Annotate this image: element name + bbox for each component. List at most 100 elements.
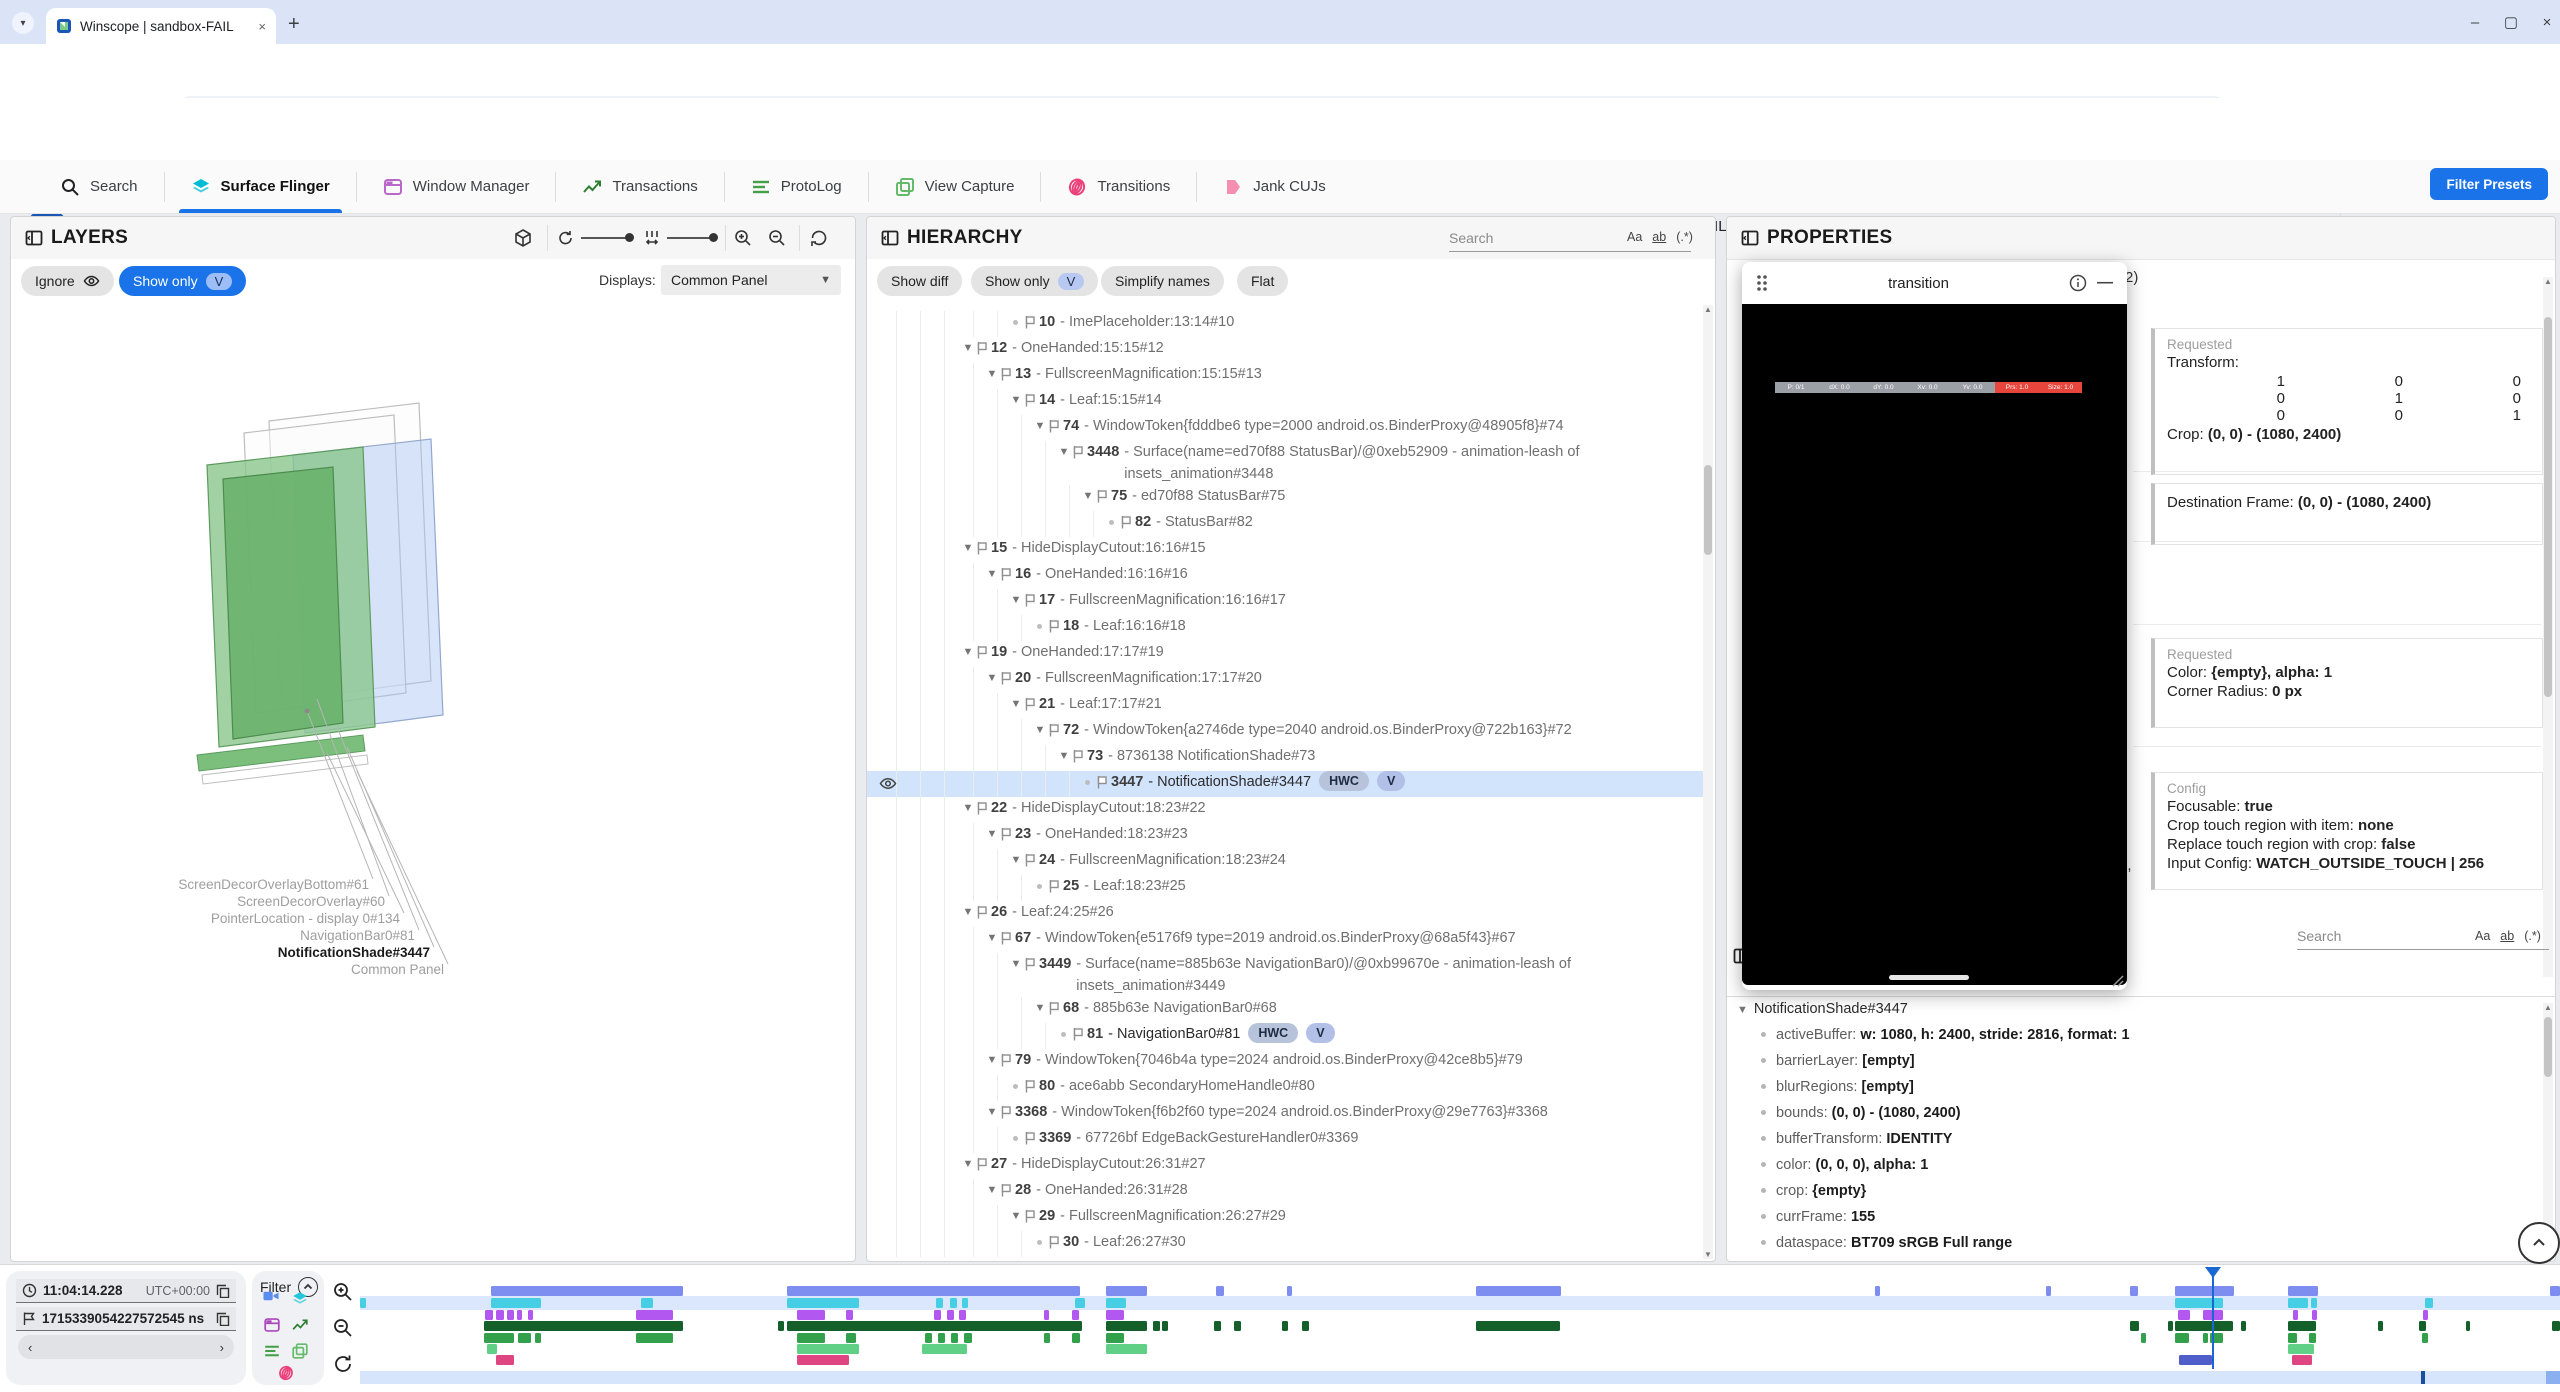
spacing-slider-thumb[interactable] — [709, 233, 718, 242]
expand-arrow-icon[interactable]: ▼ — [1032, 997, 1048, 1019]
expand-arrow-icon[interactable]: ▼ — [960, 537, 976, 559]
property-item-crop[interactable]: crop: {empty} — [1761, 1183, 1866, 1199]
trace-entry-screen-recording[interactable] — [1216, 1286, 1224, 1296]
timeline-tracks[interactable] — [360, 1265, 2560, 1392]
hierarchy-node-82[interactable]: 82- StatusBar#82 — [867, 511, 1703, 537]
hierarchy-node-10[interactable]: 10- ImePlaceholder:13:14#10 — [867, 311, 1703, 337]
squares-icon[interactable] — [292, 1343, 309, 1360]
trace-entry-window-manager[interactable] — [636, 1310, 673, 1320]
property-item-color[interactable]: color: (0, 0, 0), alpha: 1 — [1761, 1157, 1928, 1173]
overview-cursor[interactable] — [2421, 1371, 2425, 1384]
hierarchy-scrollbar[interactable]: ▲ ▼ — [1703, 305, 1713, 1259]
flag-icon[interactable] — [1072, 445, 1083, 459]
match-word-toggle[interactable]: ab — [1652, 230, 1666, 244]
hierarchy-node-72[interactable]: ▼72- WindowToken{a2746de type=2040 andro… — [867, 719, 1703, 745]
timeline-cursor[interactable] — [2212, 1267, 2214, 1369]
trace-entry-protolog[interactable] — [1106, 1333, 1124, 1343]
zoom-in-icon[interactable] — [332, 1281, 354, 1303]
hierarchy-node-3368[interactable]: ▼3368- WindowToken{f6b2f60 type=2024 and… — [867, 1101, 1703, 1127]
layer-label[interactable]: NavigationBar0#81 — [300, 928, 415, 943]
property-item-dataspace[interactable]: dataspace: BT709 sRGB Full range — [1761, 1235, 2012, 1251]
eye-icon[interactable] — [879, 776, 897, 791]
trace-entry-transactions[interactable] — [2552, 1321, 2560, 1331]
trace-entry-protolog[interactable] — [797, 1333, 825, 1343]
spiral-icon[interactable] — [278, 1365, 295, 1382]
hierarchy-node-3369[interactable]: 3369- 67726bf EdgeBackGestureHandler0#33… — [867, 1127, 1703, 1153]
new-tab-button[interactable]: + — [288, 14, 300, 34]
collapse-panel-icon[interactable] — [25, 229, 43, 247]
trace-entry-window-manager[interactable] — [1044, 1310, 1049, 1320]
spacing-slider[interactable] — [667, 237, 715, 239]
browser-tab[interactable]: Winscope | sandbox-FAIL × — [46, 8, 276, 44]
expand-arrow-icon[interactable]: ▼ — [984, 363, 1000, 385]
show-only-chip[interactable]: Show onlyV — [971, 266, 1098, 296]
expand-arrow-icon[interactable]: ▼ — [1056, 441, 1072, 463]
regex-toggle[interactable]: (.*) — [2524, 929, 2541, 943]
trace-entry-protolog[interactable] — [2422, 1333, 2428, 1343]
trace-entry-window-manager[interactable] — [2178, 1310, 2190, 1320]
trace-entry-protolog[interactable] — [1044, 1333, 1050, 1343]
flag-icon[interactable] — [1048, 419, 1059, 433]
trace-entry-surface-flinger[interactable] — [360, 1298, 366, 1308]
window-maximize-button[interactable]: ▢ — [2498, 10, 2524, 34]
copy-icon[interactable] — [216, 1312, 230, 1326]
flag-icon[interactable] — [1048, 1235, 1059, 1249]
layer-label[interactable]: ScreenDecorOverlay#60 — [237, 894, 385, 909]
trace-entry-surface-flinger[interactable] — [2288, 1298, 2308, 1308]
flag-icon[interactable] — [976, 905, 987, 919]
zoom-in-icon[interactable] — [733, 228, 753, 248]
flag-icon[interactable] — [1072, 1027, 1083, 1041]
trace-entry-protolog[interactable] — [2288, 1333, 2297, 1343]
match-word-toggle[interactable]: ab — [2500, 929, 2514, 943]
hierarchy-node-25[interactable]: 25- Leaf:18:23#25 — [867, 875, 1703, 901]
flag-icon[interactable] — [1024, 1209, 1035, 1223]
collapse-timeline-button[interactable] — [2518, 1222, 2560, 1264]
reset-zoom-icon[interactable] — [332, 1353, 354, 1375]
layer-label[interactable]: Common Panel — [351, 962, 444, 977]
trace-entry-screen-recording[interactable] — [2288, 1286, 2318, 1296]
collapse-panel-icon[interactable] — [1741, 229, 1759, 247]
flag-icon[interactable] — [1024, 1131, 1035, 1145]
trace-entry-transactions[interactable] — [2241, 1321, 2246, 1331]
expand-arrow-icon[interactable]: ▼ — [960, 641, 976, 663]
resize-handle[interactable] — [2110, 973, 2124, 987]
hierarchy-node-74[interactable]: ▼74- WindowToken{fdddbe6 type=2000 andro… — [867, 415, 1703, 441]
zoom-out-icon[interactable] — [767, 228, 787, 248]
match-case-toggle[interactable]: Aa — [2475, 929, 2490, 943]
nav-tab-search[interactable]: Search — [34, 160, 164, 213]
zoom-out-icon[interactable] — [332, 1317, 354, 1339]
flag-icon[interactable] — [1000, 827, 1011, 841]
hierarchy-node-22[interactable]: ▼22- HideDisplayCutout:18:23#22 — [867, 797, 1703, 823]
hierarchy-node-28[interactable]: ▼28- OneHanded:26:31#28 — [867, 1179, 1703, 1205]
nav-tab-protolog[interactable]: ProtoLog — [725, 160, 868, 213]
flag-icon[interactable] — [1096, 489, 1107, 503]
ns-time-field[interactable]: 1715339054227572545 ns — [16, 1307, 236, 1331]
match-case-toggle[interactable]: Aa — [1627, 230, 1642, 244]
trace-entry-transactions[interactable] — [2130, 1321, 2139, 1331]
trace-entry-transactions[interactable] — [2288, 1321, 2316, 1331]
flag-icon[interactable] — [1024, 853, 1035, 867]
expand-arrow-icon[interactable]: ▼ — [984, 823, 1000, 845]
trace-entry-window-manager[interactable] — [507, 1310, 514, 1320]
flag-icon[interactable] — [1000, 931, 1011, 945]
trace-entry-transactions[interactable] — [1234, 1321, 1241, 1331]
trace-entry-protolog[interactable] — [636, 1333, 673, 1343]
hierarchy-node-3449[interactable]: ▼3449- Surface(name=885b63e NavigationBa… — [867, 953, 1703, 997]
hierarchy-node-16[interactable]: ▼16- OneHanded:16:16#16 — [867, 563, 1703, 589]
hierarchy-node-3448[interactable]: ▼3448- Surface(name=ed70f88 StatusBar)/@… — [867, 441, 1703, 485]
hierarchy-node-26[interactable]: ▼26- Leaf:24:25#26 — [867, 901, 1703, 927]
show-diff-chip[interactable]: Show diff — [877, 266, 962, 296]
trace-entry-transactions[interactable] — [1162, 1321, 1168, 1331]
trace-entry-view-capture[interactable] — [2288, 1344, 2314, 1354]
hierarchy-node-23[interactable]: ▼23- OneHanded:18:23#23 — [867, 823, 1703, 849]
tab-close-icon[interactable]: × — [258, 19, 266, 34]
trace-entry-screen-recording[interactable] — [2175, 1286, 2234, 1296]
trace-entry-surface-flinger[interactable] — [950, 1298, 957, 1308]
trace-entry-window-manager[interactable] — [797, 1310, 825, 1320]
hierarchy-node-20[interactable]: ▼20- FullscreenMagnification:17:17#20 — [867, 667, 1703, 693]
flag-icon[interactable] — [976, 801, 987, 815]
hierarchy-node-24[interactable]: ▼24- FullscreenMagnification:18:23#24 — [867, 849, 1703, 875]
trace-entry-screen-recording[interactable] — [491, 1286, 683, 1296]
prev-frame-button[interactable]: ‹ — [28, 1340, 32, 1355]
flag-icon[interactable] — [1024, 393, 1035, 407]
